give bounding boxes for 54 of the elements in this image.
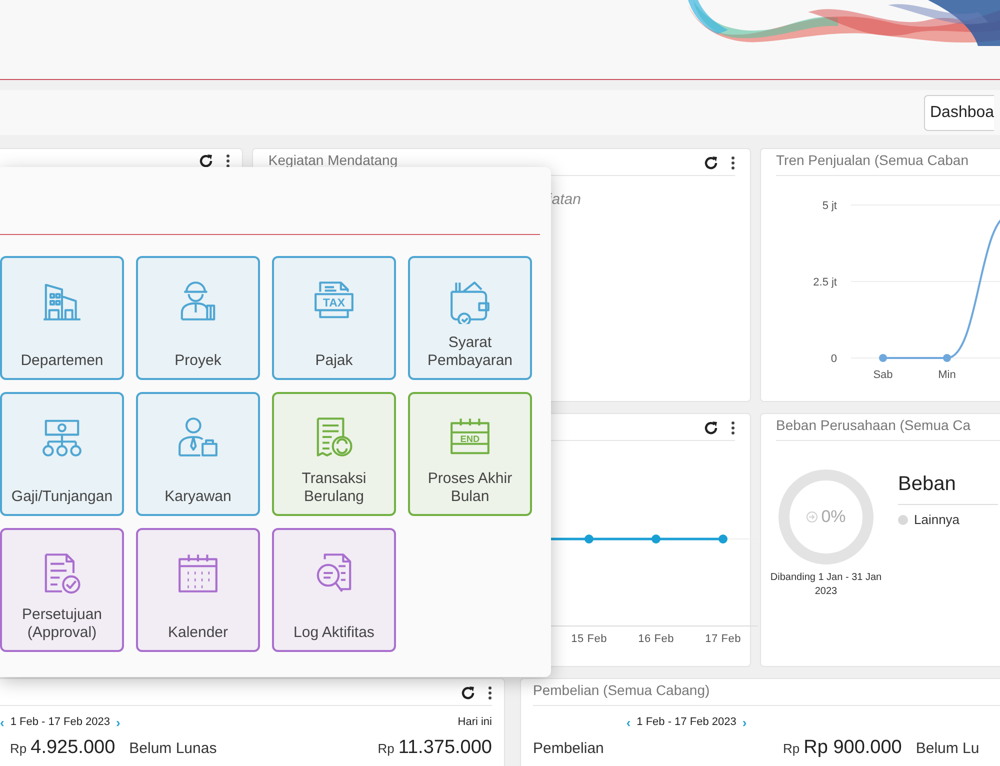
- refresh-icon[interactable]: [703, 420, 719, 436]
- menu-tile[interactable]: Proyek: [136, 256, 260, 380]
- axis-tick-label: 15 Feb: [570, 632, 608, 647]
- menu-tile[interactable]: Kalender: [136, 528, 260, 652]
- card-title: Tren Penjualan (Semua Caban: [776, 151, 968, 170]
- amount-value: 11.375.000: [398, 736, 492, 760]
- data-point: [718, 534, 728, 544]
- menu-tile[interactable]: Persetujuan (Approval): [0, 528, 124, 652]
- menu-tile[interactable]: Transaksi Berulang: [272, 392, 396, 516]
- card-title: Pembelian (Semua Cabang): [533, 681, 710, 700]
- axis-tick-label: 5 jt: [822, 200, 837, 212]
- date-range: 1 Feb - 17 Feb 2023: [10, 715, 110, 730]
- more-icon[interactable]: [731, 420, 735, 436]
- refresh-icon[interactable]: [460, 685, 476, 701]
- purchase-label: Pembelian: [533, 738, 605, 758]
- axis-tick-label: 16 Feb: [637, 632, 676, 647]
- data-point: [584, 534, 594, 544]
- data-point: [652, 534, 661, 544]
- menu-tile[interactable]: TAX Pajak: [272, 256, 396, 380]
- menu-tile[interactable]: Log Aktifitas: [272, 528, 396, 652]
- currency-label: Rp: [783, 740, 800, 758]
- refresh-icon[interactable]: [703, 155, 719, 171]
- currency-label: Rp: [10, 740, 27, 758]
- more-icon[interactable]: [488, 685, 492, 701]
- menu-tile[interactable]: Karyawan: [136, 392, 260, 516]
- donut-value: 0%: [821, 506, 846, 528]
- menu-tile[interactable]: Departemen: [0, 256, 124, 380]
- menu-tile[interactable]: Gaji/Tunjangan: [0, 392, 124, 516]
- compare-text: Dibanding 1 Jan - 31 Jan 2023: [769, 571, 883, 599]
- axis-tick-label: 0: [830, 353, 837, 365]
- refresh-icon[interactable]: [198, 153, 214, 169]
- unpaid-label: Belum Lunas: [129, 738, 217, 758]
- card-title: Kegiatan Mendatang: [268, 151, 398, 170]
- amount-value: Rp 900.000: [804, 736, 902, 760]
- axis-tick-label: Min: [938, 369, 956, 381]
- unpaid-label: Belum Lu: [916, 738, 980, 758]
- data-point: [943, 354, 951, 362]
- dashboard-button[interactable]: Dashboa: [924, 94, 994, 130]
- data-point: [879, 354, 887, 362]
- currency-label: Rp: [378, 740, 394, 758]
- date-range: 1 Feb - 17 Feb 2023: [636, 715, 736, 730]
- more-icon[interactable]: [226, 153, 230, 169]
- axis-tick-label: 17 Feb: [704, 632, 742, 647]
- legend-title: Beban: [898, 473, 956, 495]
- more-icon[interactable]: [731, 155, 735, 171]
- arrow-circle-icon: [806, 511, 818, 523]
- amount-value: 4.925.000: [30, 736, 116, 760]
- axis-tick-label: Sab: [873, 369, 893, 381]
- menu-tile[interactable]: Syarat Pembayaran: [408, 256, 532, 380]
- card-title: Beban Perusahaan (Semua Ca: [776, 416, 971, 435]
- today-button[interactable]: Hari ini: [458, 714, 492, 730]
- menu-tile[interactable]: END Proses Akhir Bulan: [408, 392, 532, 516]
- legend-label: Lainnya: [914, 511, 960, 529]
- axis-tick-label: 2.5 jt: [813, 276, 837, 288]
